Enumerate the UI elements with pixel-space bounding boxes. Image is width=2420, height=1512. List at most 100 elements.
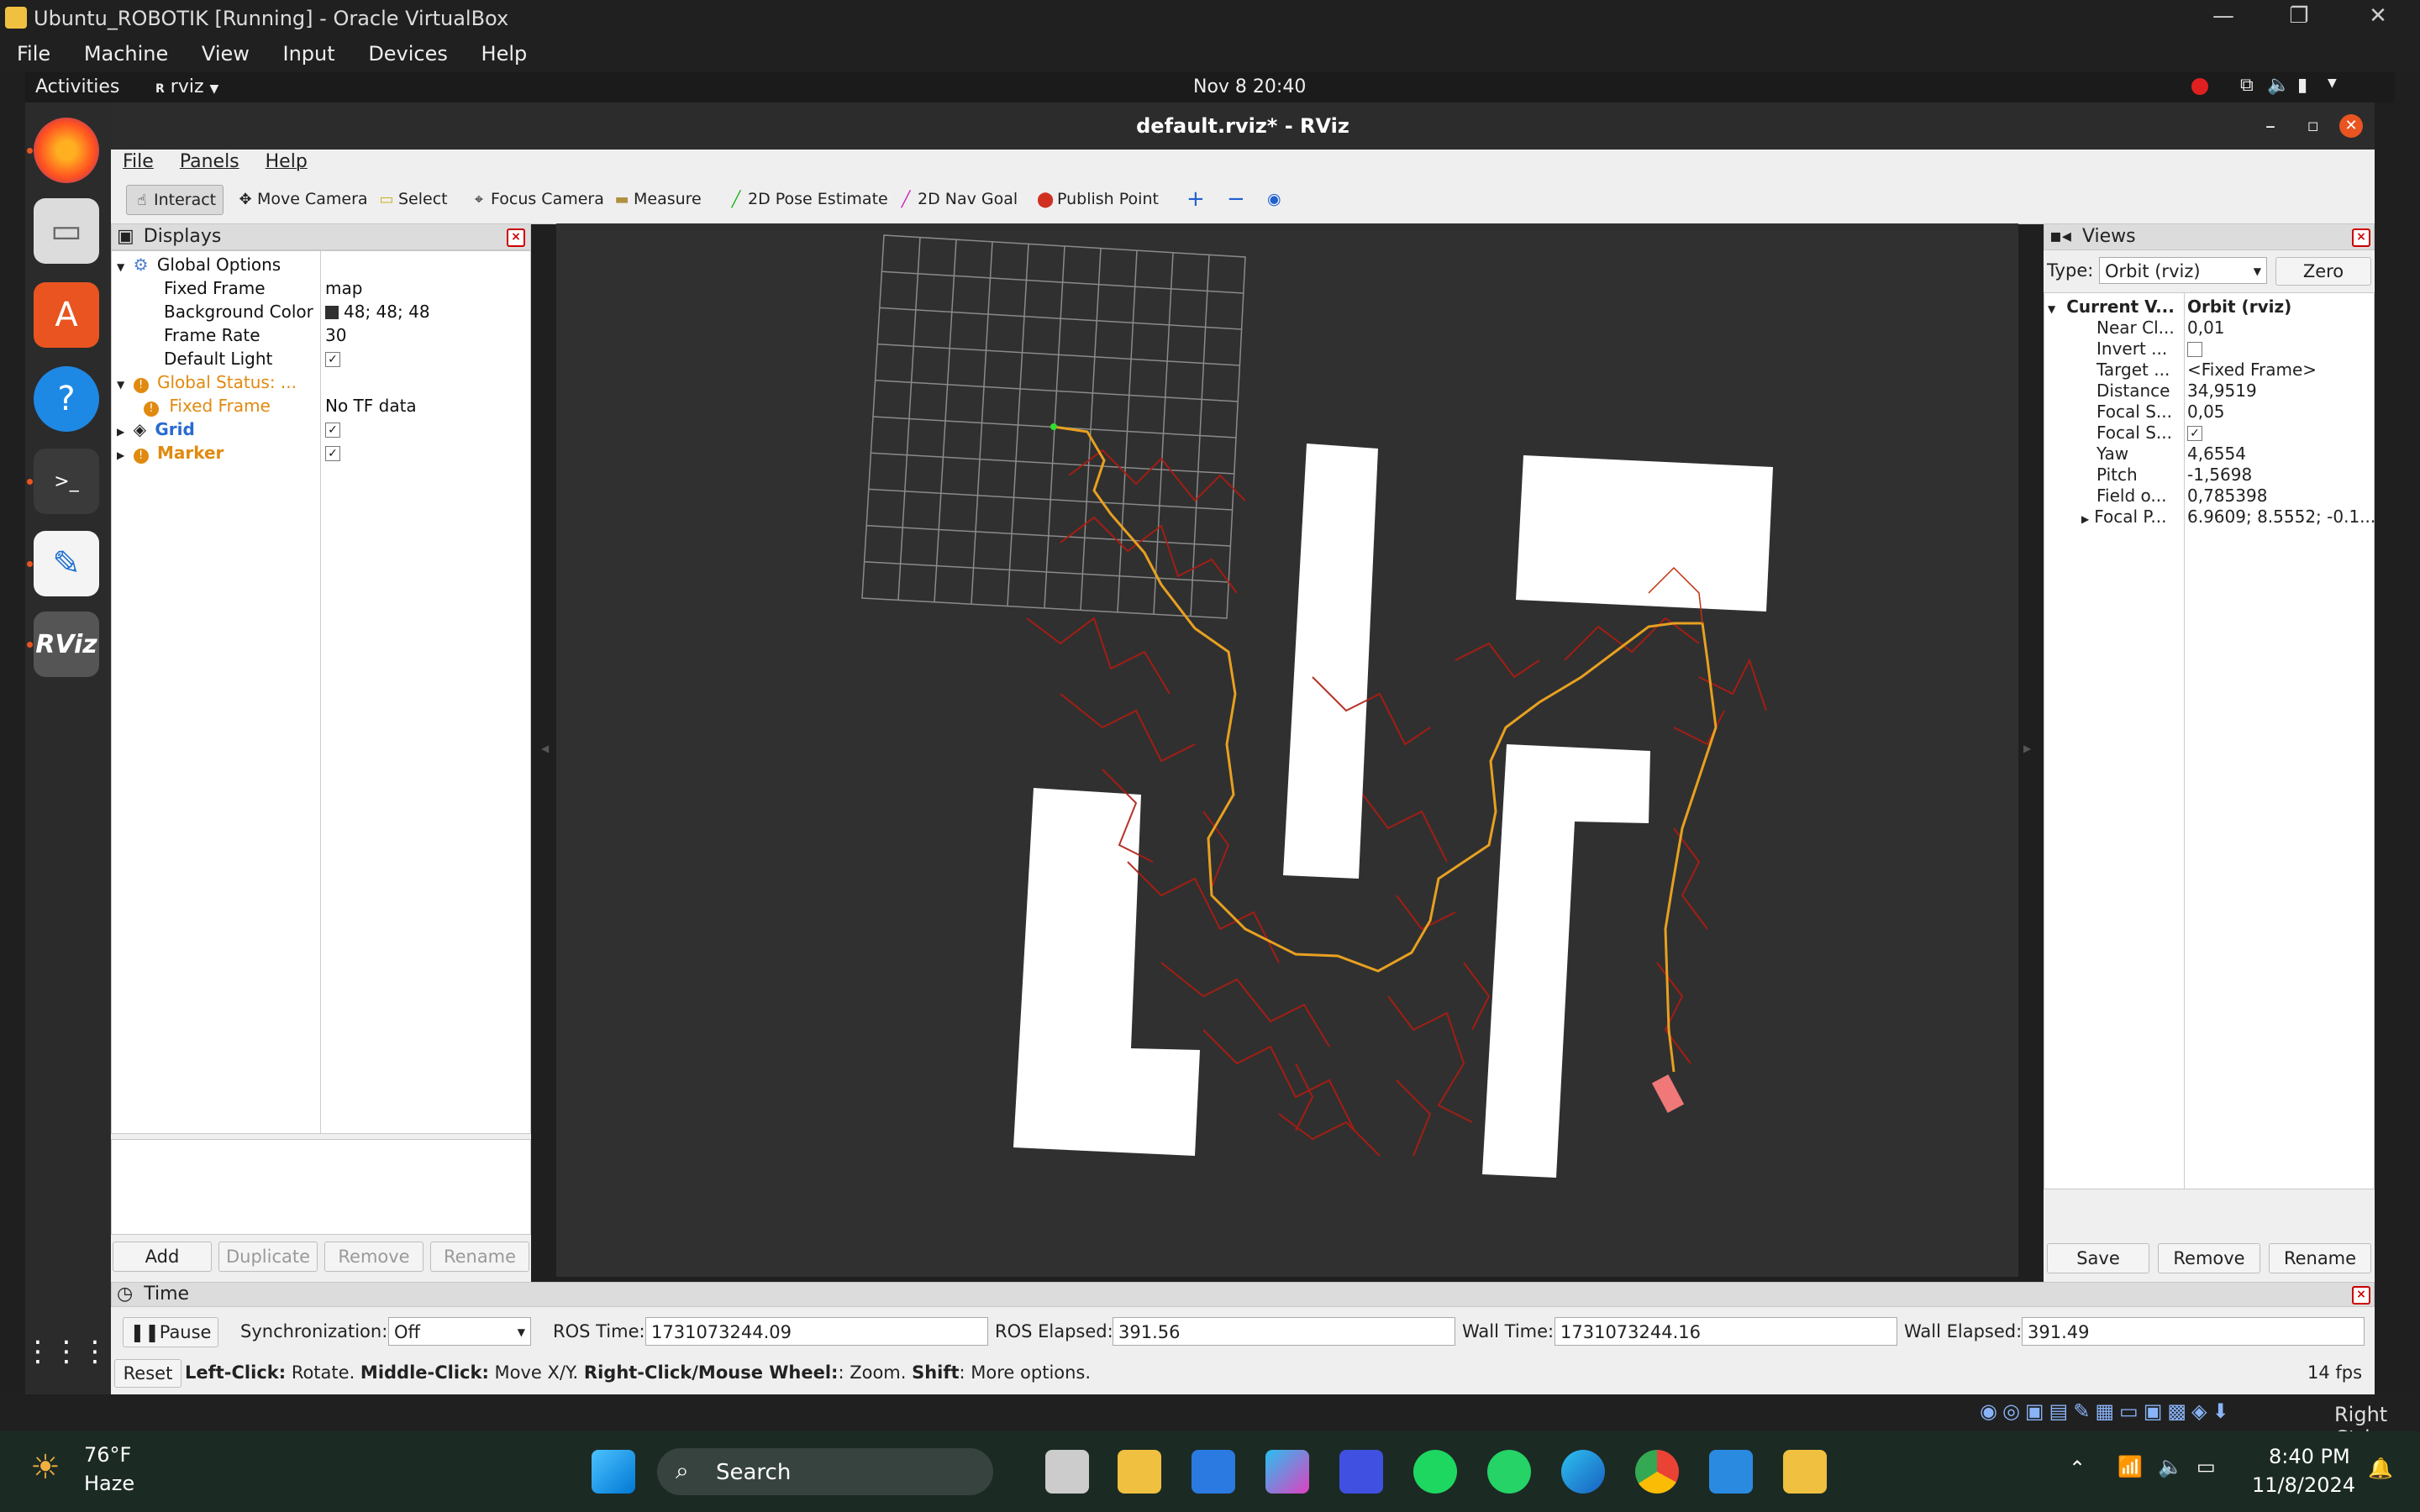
measure-tool[interactable]: ▬ Measure [607,185,708,213]
rviz-close-icon[interactable]: ✕ [2339,114,2363,138]
focus-camera-tool[interactable]: ⌖ Focus Camera [464,185,611,213]
spotify-icon[interactable] [1413,1450,1457,1494]
view-type-select[interactable]: Orbit (rviz) ▼ [2099,257,2267,284]
menu-machine[interactable]: Machine [66,37,176,66]
expand-icon[interactable]: ▶ [117,449,124,461]
restore-icon[interactable]: ❐ [2265,3,2333,34]
rename-view-button[interactable]: Rename [2269,1243,2371,1273]
menu-input[interactable]: Input [265,37,344,66]
files-icon[interactable]: ▭ [34,198,99,264]
whatsapp-icon[interactable] [1487,1450,1531,1494]
vscode-icon[interactable] [1709,1450,1753,1494]
frame-rate-row[interactable]: Frame Rate 30 [164,323,525,347]
edge-icon[interactable] [1561,1450,1605,1494]
view-prop-row[interactable]: Distance 34,9519 [2096,381,2369,402]
rviz-menu-file[interactable]: File [111,150,162,172]
distance-value[interactable]: 34,9519 [2187,381,2257,402]
rviz-3d-viewport[interactable] [556,223,2018,1277]
clock[interactable]: Nov 8 20:40 [1193,76,1306,97]
yaw-value[interactable]: 4,6554 [2187,444,2246,465]
global-status-row[interactable]: ▼ ! Global Status: ... [117,370,297,394]
notification-bell-icon[interactable]: 🔔 [2368,1457,2393,1480]
virtualbox-taskbar-icon[interactable] [1783,1450,1827,1494]
app-menu[interactable]: R rviz ▼ [155,76,218,97]
move-camera-tool[interactable]: ✥ Move Camera [230,185,375,213]
menu-view[interactable]: View [183,37,258,66]
select-tool[interactable]: ▭ Select [371,185,455,213]
fixed-frame-row[interactable]: Fixed Frame map [164,276,525,300]
rviz-icon[interactable]: RViz [34,612,99,677]
remove-view-button[interactable]: Remove [2158,1243,2260,1273]
pause-button[interactable]: ❚❚Pause [123,1317,218,1347]
expand-icon[interactable]: ▶ [117,426,124,438]
battery-tray-icon[interactable]: ▭ [2196,1455,2216,1478]
expand-icon[interactable]: ▶ [2081,513,2089,525]
view-prop-row[interactable]: Invert ... [2096,339,2369,360]
vm-status-icons[interactable]: ◉◎▣▤✎▦▭▣▩◈⬇ [1980,1399,2234,1423]
wifi-icon[interactable]: 📶 [2118,1455,2143,1478]
views-close-icon[interactable]: × [2352,228,2370,247]
default-light-row[interactable]: Default Light ✓ [164,347,525,370]
speaker-icon[interactable]: 🔈 [2158,1455,2183,1478]
rviz-menu-panels[interactable]: Panels [168,150,248,172]
do-not-disturb-icon[interactable] [2191,78,2208,95]
eye-icon[interactable]: ◉ [1260,185,1288,213]
current-view-row[interactable]: ▼ Current V... Orbit (rviz) [2048,297,2370,318]
chrome-icon[interactable] [1635,1450,1679,1494]
nav-goal-tool[interactable]: ╱ 2D Nav Goal [891,185,1024,213]
add-tool-icon[interactable]: + [1180,185,1212,213]
wall-elapsed-field[interactable]: 391.49 [2022,1317,2365,1346]
system-menu-chevron-icon[interactable]: ▼ [2328,76,2337,90]
frame-rate-value[interactable]: 30 [325,323,346,347]
network-icon[interactable]: ⧉ [2240,75,2254,96]
column-divider[interactable] [320,251,321,1133]
help-icon[interactable]: ? [34,366,99,432]
scene-canvas[interactable] [556,223,2018,1277]
sync-select[interactable]: Off ▼ [388,1317,531,1346]
menu-help[interactable]: Help [463,37,536,66]
view-prop-row[interactable]: Yaw 4,6554 [2096,444,2369,465]
remove-tool-icon[interactable]: − [1220,185,1252,213]
minimize-icon[interactable]: — [2190,3,2257,34]
left-splitter-arrow-icon[interactable]: ◀ [541,743,549,754]
rviz-menu-help[interactable]: Help [254,150,316,172]
search-box[interactable]: ⌕ Search [657,1448,993,1495]
view-prop-row[interactable]: Pitch -1,5698 [2096,465,2369,486]
wall-time-field[interactable]: 1731073244.16 [1555,1317,1897,1346]
background-color-value[interactable]: 48; 48; 48 [325,300,430,323]
weather-icon[interactable]: ☀ [30,1448,60,1487]
reset-button[interactable]: Reset [114,1359,182,1388]
microsoft-store-icon[interactable] [1192,1450,1235,1494]
text-editor-icon[interactable]: ✎ [34,531,99,596]
invert-checkbox[interactable] [2187,342,2202,357]
zero-button[interactable]: Zero [2275,257,2371,286]
global-options-row[interactable]: ▼ ⚙ Global Options [117,253,281,276]
activities-button[interactable]: Activities [35,76,119,97]
weather-temp[interactable]: 76°F [84,1443,131,1467]
right-splitter-arrow-icon[interactable]: ▶ [2023,743,2031,754]
view-prop-row[interactable]: ▶ Focal P... 6.9609; 8.5552; -0.1... [2081,507,2375,528]
expand-icon[interactable]: ▼ [117,261,124,273]
view-prop-row[interactable]: Near Cl... 0,01 [2096,318,2369,339]
interact-tool[interactable]: ☝ Interact [126,185,224,215]
app-icon-m[interactable] [1339,1450,1383,1494]
remove-display-button[interactable]: Remove [324,1242,424,1272]
view-prop-row[interactable]: Focal S... 0,05 [2096,402,2369,423]
battery-icon[interactable]: ▮ [2297,75,2307,96]
close-icon[interactable]: ✕ [2344,3,2412,34]
ros-elapsed-field[interactable]: 391.56 [1113,1317,1455,1346]
software-center-icon[interactable]: A [34,282,99,348]
pitch-value[interactable]: -1,5698 [2187,465,2252,486]
pose-estimate-tool[interactable]: ╱ 2D Pose Estimate [721,185,895,213]
expand-icon[interactable]: ▼ [117,379,124,391]
marker-display-row[interactable]: ▶ ! Marker ✓ [117,441,527,465]
time-close-icon[interactable]: × [2352,1286,2370,1305]
firefox-icon[interactable] [34,118,99,183]
rviz-maximize-icon[interactable]: ◻ [2307,102,2318,150]
default-light-checkbox[interactable]: ✓ [325,352,340,367]
grid-checkbox[interactable]: ✓ [325,423,340,438]
status-fixed-frame-row[interactable]: ! Fixed Frame No TF data [144,394,527,417]
volume-icon[interactable]: 🔈 [2267,75,2290,96]
near-clip-value[interactable]: 0,01 [2187,318,2225,339]
view-prop-row[interactable]: Focal S... ✓ [2096,423,2369,444]
